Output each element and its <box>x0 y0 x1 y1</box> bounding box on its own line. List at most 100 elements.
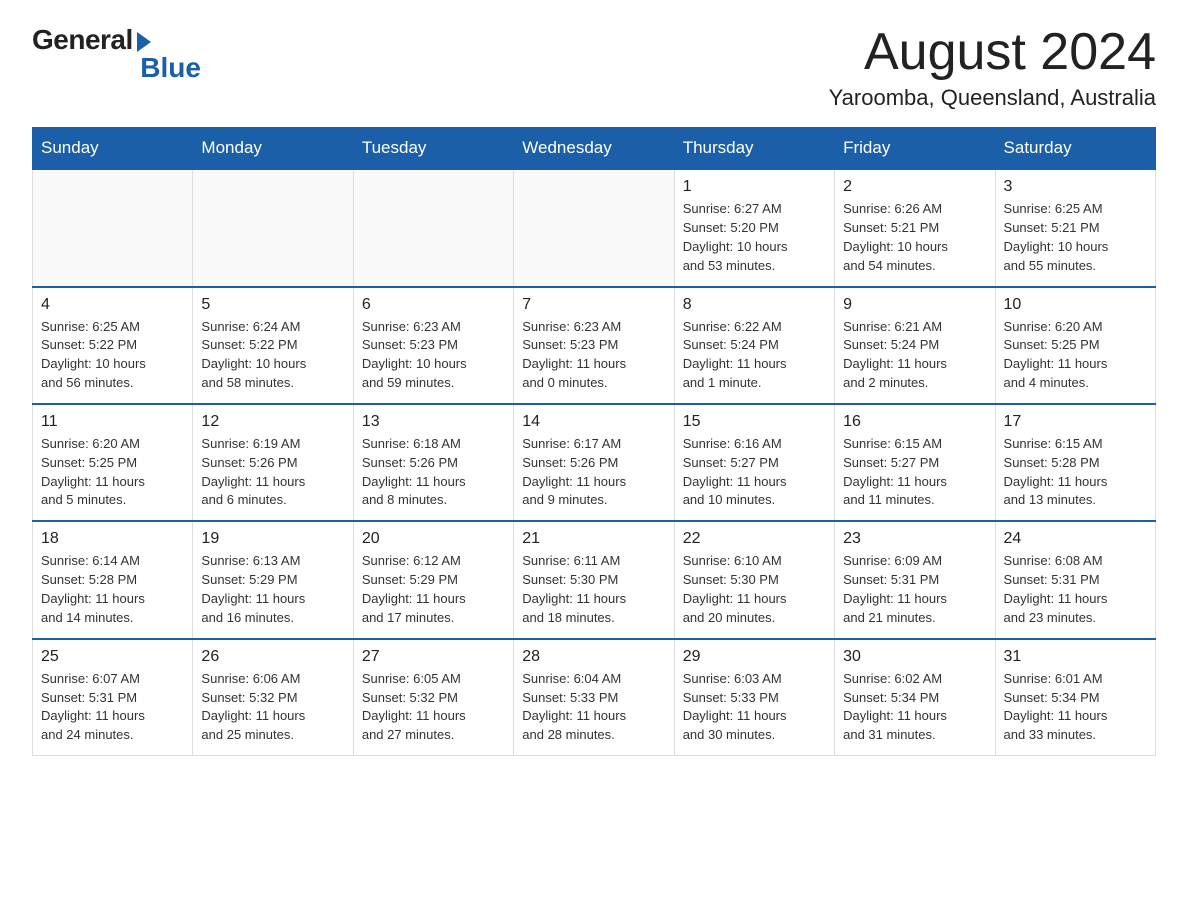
day-info: Sunrise: 6:20 AM Sunset: 5:25 PM Dayligh… <box>41 435 184 510</box>
calendar-cell <box>33 169 193 286</box>
day-number: 9 <box>843 296 986 314</box>
day-info: Sunrise: 6:15 AM Sunset: 5:28 PM Dayligh… <box>1004 435 1147 510</box>
day-info: Sunrise: 6:07 AM Sunset: 5:31 PM Dayligh… <box>41 670 184 745</box>
day-number: 25 <box>41 648 184 666</box>
calendar-cell: 18Sunrise: 6:14 AM Sunset: 5:28 PM Dayli… <box>33 521 193 638</box>
calendar-day-header: Sunday <box>33 128 193 170</box>
day-info: Sunrise: 6:18 AM Sunset: 5:26 PM Dayligh… <box>362 435 505 510</box>
calendar-day-header: Thursday <box>674 128 834 170</box>
calendar-cell: 19 Sunrise: 6:13 AM Sunset: 5:29 PM Dayli… <box>193 521 353 638</box>
month-title: August 2024 <box>829 24 1156 81</box>
calendar-week-row: 1 Sunrise: 6:27 AM Sunset: 5:20 PM Daylig… <box>33 169 1156 286</box>
logo-blue-text: Blue <box>140 52 201 84</box>
calendar-cell: 14 Sunrise: 6:17 AM Sunset: 5:26 PM Dayli… <box>514 404 674 521</box>
day-info: Sunrise: 6:11 AM Sunset: 5:30 PM Dayligh… <box>522 552 665 627</box>
day-info: Sunrise: 6:02 AM Sunset: 5:34 PM Dayligh… <box>843 670 986 745</box>
logo: General General Blue <box>32 24 201 84</box>
day-info: Sunrise: 6:06 AM Sunset: 5:32 PM Dayligh… <box>201 670 344 745</box>
calendar-cell: 27Sunrise: 6:05 AM Sunset: 5:32 PM Dayli… <box>353 639 513 756</box>
day-number: 11 <box>41 413 184 431</box>
day-number: 26 <box>201 648 344 666</box>
day-info: Sunrise: 6:01 AM Sunset: 5:34 PM Dayligh… <box>1004 670 1147 745</box>
calendar-cell: 11 Sunrise: 6:20 AM Sunset: 5:25 PM Dayli… <box>33 404 193 521</box>
calendar-cell: 16 Sunrise: 6:15 AM Sunset: 5:27 PM Dayli… <box>835 404 995 521</box>
day-info: Sunrise: 6:27 AM Sunset: 5:20 PM Dayligh… <box>683 200 826 275</box>
calendar-week-row: 18Sunrise: 6:14 AM Sunset: 5:28 PM Dayli… <box>33 521 1156 638</box>
calendar-cell: 24 Sunrise: 6:08 AM Sunset: 5:31 PM Dayli… <box>995 521 1155 638</box>
day-number: 14 <box>522 413 665 431</box>
calendar-cell: 15 Sunrise: 6:16 AM Sunset: 5:27 PM Dayli… <box>674 404 834 521</box>
day-info: Sunrise: 6:10 AM Sunset: 5:30 PM Dayligh… <box>683 552 826 627</box>
calendar-cell <box>514 169 674 286</box>
day-info: Sunrise: 6:23 AM Sunset: 5:23 PM Dayligh… <box>522 318 665 393</box>
calendar-cell: 25 Sunrise: 6:07 AM Sunset: 5:31 PM Dayli… <box>33 639 193 756</box>
day-number: 4 <box>41 296 184 314</box>
day-number: 13 <box>362 413 505 431</box>
day-number: 23 <box>843 530 986 548</box>
day-number: 21 <box>522 530 665 548</box>
day-number: 16 <box>843 413 986 431</box>
calendar-cell: 6 Sunrise: 6:23 AM Sunset: 5:23 PM Daylig… <box>353 287 513 404</box>
day-info: Sunrise: 6:04 AM Sunset: 5:33 PM Dayligh… <box>522 670 665 745</box>
calendar-cell: 9 Sunrise: 6:21 AM Sunset: 5:24 PM Daylig… <box>835 287 995 404</box>
calendar-cell: 5Sunrise: 6:24 AM Sunset: 5:22 PM Daylig… <box>193 287 353 404</box>
day-info: Sunrise: 6:17 AM Sunset: 5:26 PM Dayligh… <box>522 435 665 510</box>
day-number: 12 <box>201 413 344 431</box>
calendar-day-header: Monday <box>193 128 353 170</box>
calendar-cell: 13 Sunrise: 6:18 AM Sunset: 5:26 PM Dayli… <box>353 404 513 521</box>
day-number: 24 <box>1004 530 1147 548</box>
day-info: Sunrise: 6:23 AM Sunset: 5:23 PM Dayligh… <box>362 318 505 393</box>
calendar-cell: 31 Sunrise: 6:01 AM Sunset: 5:34 PM Dayli… <box>995 639 1155 756</box>
calendar-week-row: 25 Sunrise: 6:07 AM Sunset: 5:31 PM Dayli… <box>33 639 1156 756</box>
day-number: 10 <box>1004 296 1147 314</box>
calendar-cell <box>353 169 513 286</box>
day-number: 8 <box>683 296 826 314</box>
location-label: Yaroomba, Queensland, Australia <box>829 85 1156 111</box>
calendar-cell: 29Sunrise: 6:03 AM Sunset: 5:33 PM Dayli… <box>674 639 834 756</box>
day-info: Sunrise: 6:21 AM Sunset: 5:24 PM Dayligh… <box>843 318 986 393</box>
page-header: General General Blue August 2024 Yaroomb… <box>32 24 1156 111</box>
calendar-cell: 20 Sunrise: 6:12 AM Sunset: 5:29 PM Dayli… <box>353 521 513 638</box>
day-info: Sunrise: 6:16 AM Sunset: 5:27 PM Dayligh… <box>683 435 826 510</box>
day-info: Sunrise: 6:15 AM Sunset: 5:27 PM Dayligh… <box>843 435 986 510</box>
day-number: 3 <box>1004 178 1147 196</box>
day-number: 31 <box>1004 648 1147 666</box>
calendar-cell: 12 Sunrise: 6:19 AM Sunset: 5:26 PM Dayli… <box>193 404 353 521</box>
day-number: 15 <box>683 413 826 431</box>
day-info: Sunrise: 6:19 AM Sunset: 5:26 PM Dayligh… <box>201 435 344 510</box>
day-info: Sunrise: 6:24 AM Sunset: 5:22 PM Dayligh… <box>201 318 344 393</box>
day-number: 18 <box>41 530 184 548</box>
logo-arrow-icon <box>137 32 151 52</box>
calendar-week-row: 11 Sunrise: 6:20 AM Sunset: 5:25 PM Dayli… <box>33 404 1156 521</box>
calendar-cell: 23 Sunrise: 6:09 AM Sunset: 5:31 PM Dayli… <box>835 521 995 638</box>
day-number: 19 <box>201 530 344 548</box>
day-info: Sunrise: 6:12 AM Sunset: 5:29 PM Dayligh… <box>362 552 505 627</box>
day-info: Sunrise: 6:03 AM Sunset: 5:33 PM Dayligh… <box>683 670 826 745</box>
day-info: Sunrise: 6:05 AM Sunset: 5:32 PM Dayligh… <box>362 670 505 745</box>
calendar-day-header: Tuesday <box>353 128 513 170</box>
calendar-cell: 3 Sunrise: 6:25 AM Sunset: 5:21 PM Daylig… <box>995 169 1155 286</box>
day-info: Sunrise: 6:09 AM Sunset: 5:31 PM Dayligh… <box>843 552 986 627</box>
calendar-cell: 22Sunrise: 6:10 AM Sunset: 5:30 PM Dayli… <box>674 521 834 638</box>
day-info: Sunrise: 6:26 AM Sunset: 5:21 PM Dayligh… <box>843 200 986 275</box>
day-info: Sunrise: 6:08 AM Sunset: 5:31 PM Dayligh… <box>1004 552 1147 627</box>
calendar-cell: 28Sunrise: 6:04 AM Sunset: 5:33 PM Dayli… <box>514 639 674 756</box>
calendar-cell: 21 Sunrise: 6:11 AM Sunset: 5:30 PM Dayli… <box>514 521 674 638</box>
calendar-cell: 1 Sunrise: 6:27 AM Sunset: 5:20 PM Daylig… <box>674 169 834 286</box>
calendar-day-header: Saturday <box>995 128 1155 170</box>
calendar-body: 1 Sunrise: 6:27 AM Sunset: 5:20 PM Daylig… <box>33 169 1156 755</box>
calendar-cell: 26 Sunrise: 6:06 AM Sunset: 5:32 PM Dayli… <box>193 639 353 756</box>
calendar-table: SundayMondayTuesdayWednesdayThursdayFrid… <box>32 127 1156 756</box>
calendar-cell: 7Sunrise: 6:23 AM Sunset: 5:23 PM Daylig… <box>514 287 674 404</box>
day-number: 6 <box>362 296 505 314</box>
calendar-week-row: 4Sunrise: 6:25 AM Sunset: 5:22 PM Daylig… <box>33 287 1156 404</box>
calendar-cell: 2Sunrise: 6:26 AM Sunset: 5:21 PM Daylig… <box>835 169 995 286</box>
day-info: Sunrise: 6:22 AM Sunset: 5:24 PM Dayligh… <box>683 318 826 393</box>
day-info: Sunrise: 6:13 AM Sunset: 5:29 PM Dayligh… <box>201 552 344 627</box>
calendar-day-header: Friday <box>835 128 995 170</box>
calendar-cell <box>193 169 353 286</box>
day-number: 17 <box>1004 413 1147 431</box>
day-info: Sunrise: 6:25 AM Sunset: 5:21 PM Dayligh… <box>1004 200 1147 275</box>
day-number: 1 <box>683 178 826 196</box>
day-number: 20 <box>362 530 505 548</box>
